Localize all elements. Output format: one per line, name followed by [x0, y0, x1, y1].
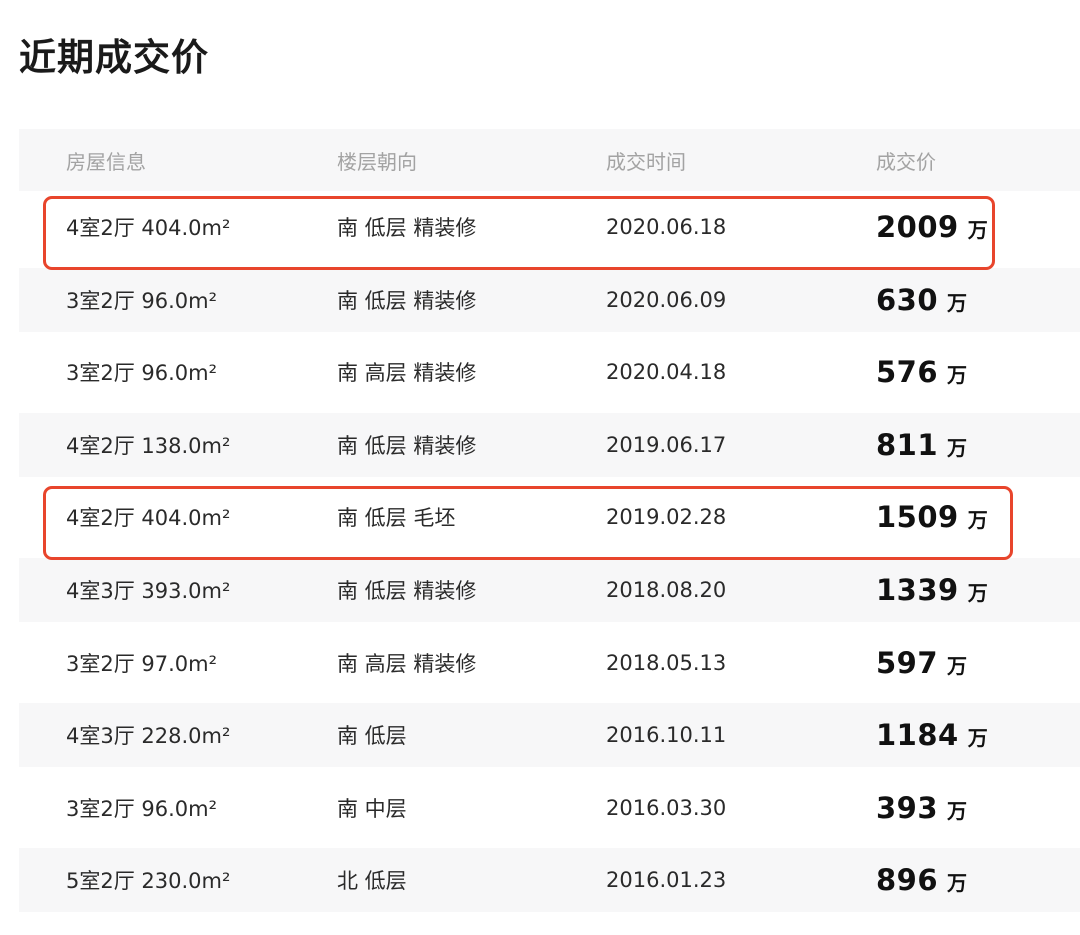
deal-price-cell: 1339 万 — [876, 558, 988, 622]
deal-price: 576 万 — [876, 355, 967, 389]
deal-date: 2019.06.17 — [606, 432, 727, 457]
house-info: 3室2厅 96.0m² — [66, 361, 218, 386]
floor-orientation: 南 高层 精装修 — [337, 361, 477, 386]
header-deal-price: 成交价 — [876, 149, 936, 174]
deal-price: 597 万 — [876, 646, 967, 680]
house-info: 4室2厅 404.0m² — [66, 216, 231, 240]
price-unit: 万 — [967, 580, 988, 605]
floor-orientation: 南 低层 — [337, 724, 407, 749]
deal-price-cell: 2009 万 — [876, 195, 988, 259]
header-deal-date: 成交时间 — [606, 149, 686, 174]
deal-price: 1184 万 — [876, 718, 988, 752]
deal-price-cell: 811 万 — [876, 413, 967, 477]
floor-orientation: 南 低层 精装修 — [337, 433, 477, 458]
price-unit: 万 — [967, 726, 988, 751]
table-body: 4室2厅 404.0m² 南 低层 精装修 2020.06.18 2009 万 3室2厅 … — [19, 195, 1080, 913]
price-value: 1509 — [876, 500, 959, 535]
price-unit: 万 — [947, 435, 968, 460]
price-value: 597 — [876, 645, 939, 680]
floor-orientation: 南 低层 毛坯 — [337, 506, 456, 531]
deal-price-cell: 630 万 — [876, 268, 967, 332]
price-unit: 万 — [967, 508, 988, 533]
deal-date: 2018.08.20 — [606, 577, 727, 602]
deal-date: 2020.06.18 — [606, 215, 727, 239]
price-unit: 万 — [967, 218, 988, 242]
floor-orientation: 北 低层 — [337, 869, 407, 894]
table-row[interactable]: 4室2厅 138.0m² 南 低层 精装修 2019.06.17 811 万 — [19, 412, 1080, 477]
deal-date: 2016.03.30 — [606, 795, 727, 820]
table-row[interactable]: 4室3厅 393.0m² 南 低层 精装修 2018.08.20 1339 万 — [19, 557, 1080, 622]
floor-orientation: 南 高层 精装修 — [337, 651, 477, 676]
price-unit: 万 — [947, 290, 968, 315]
price-unit: 万 — [947, 363, 968, 388]
deal-price: 896 万 — [876, 863, 967, 897]
house-info: 3室2厅 96.0m² — [66, 796, 218, 821]
table-row[interactable]: 3室2厅 96.0m² 南 低层 精装修 2020.06.09 630 万 — [19, 267, 1080, 332]
deal-price: 2009 万 — [876, 210, 988, 244]
deal-price: 1339 万 — [876, 573, 988, 607]
floor-orientation: 南 低层 精装修 — [337, 216, 477, 240]
table-row[interactable]: 4室2厅 404.0m² 南 低层 毛坯 2019.02.28 1509 万 — [19, 485, 1080, 549]
price-unit: 万 — [947, 871, 968, 896]
price-value: 811 — [876, 427, 939, 462]
deal-date: 2019.02.28 — [606, 505, 727, 530]
deal-price: 811 万 — [876, 428, 967, 462]
table-row[interactable]: 3室2厅 97.0m² 南 高层 精装修 2018.05.13 597 万 — [19, 631, 1080, 695]
house-info: 3室2厅 97.0m² — [66, 651, 218, 676]
page-title: 近期成交价 — [19, 36, 209, 79]
price-value: 1339 — [876, 572, 959, 607]
price-value: 630 — [876, 282, 939, 317]
floor-orientation: 南 低层 精装修 — [337, 288, 477, 313]
price-value: 576 — [876, 355, 939, 390]
deal-date: 2016.01.23 — [606, 868, 727, 893]
deal-table: 房屋信息 楼层朝向 成交时间 成交价 4室2厅 404.0m² 南 低层 精装修 2… — [19, 129, 1080, 921]
table-row[interactable]: 4室3厅 228.0m² 南 低层 2016.10.11 1184 万 — [19, 703, 1080, 768]
price-value: 2009 — [876, 210, 959, 244]
floor-orientation: 南 中层 — [337, 796, 407, 821]
price-unit: 万 — [947, 798, 968, 823]
house-info: 4室3厅 228.0m² — [66, 724, 231, 749]
table-row[interactable]: 4室2厅 404.0m² 南 低层 精装修 2020.06.18 2009 万 — [19, 195, 1080, 259]
table-row[interactable]: 3室2厅 96.0m² 南 高层 精装修 2020.04.18 576 万 — [19, 340, 1080, 404]
house-info: 4室2厅 404.0m² — [66, 506, 231, 531]
deal-date: 2018.05.13 — [606, 650, 727, 675]
deal-price-cell: 597 万 — [876, 631, 967, 695]
deal-price-cell: 393 万 — [876, 776, 967, 840]
deal-price-cell: 576 万 — [876, 340, 967, 404]
deal-date: 2016.10.11 — [606, 723, 727, 748]
header-floor-orientation: 楼层朝向 — [337, 149, 417, 174]
house-info: 3室2厅 96.0m² — [66, 288, 218, 313]
deal-price-cell: 896 万 — [876, 848, 967, 912]
deal-price: 393 万 — [876, 791, 967, 825]
deal-price-cell: 1184 万 — [876, 703, 988, 767]
header-house-info: 房屋信息 — [66, 149, 146, 174]
price-value: 896 — [876, 863, 939, 898]
price-value: 393 — [876, 790, 939, 825]
table-row[interactable]: 5室2厅 230.0m² 北 低层 2016.01.23 896 万 — [19, 848, 1080, 913]
price-unit: 万 — [947, 653, 968, 678]
house-info: 4室2厅 138.0m² — [66, 433, 231, 458]
floor-orientation: 南 低层 精装修 — [337, 578, 477, 603]
table-row[interactable]: 3室2厅 96.0m² 南 中层 2016.03.30 393 万 — [19, 776, 1080, 840]
deal-price: 1509 万 — [876, 500, 988, 534]
deal-price-cell: 1509 万 — [876, 485, 988, 549]
price-value: 1184 — [876, 718, 959, 753]
page: 近期成交价 房屋信息 楼层朝向 成交时间 成交价 4室2厅 404.0m² 南 低… — [0, 0, 1080, 935]
house-info: 4室3厅 393.0m² — [66, 578, 231, 603]
table-header-row: 房屋信息 楼层朝向 成交时间 成交价 — [19, 129, 1080, 191]
deal-price: 630 万 — [876, 283, 967, 317]
deal-date: 2020.06.09 — [606, 287, 727, 312]
deal-date: 2020.04.18 — [606, 360, 727, 385]
house-info: 5室2厅 230.0m² — [66, 869, 231, 894]
